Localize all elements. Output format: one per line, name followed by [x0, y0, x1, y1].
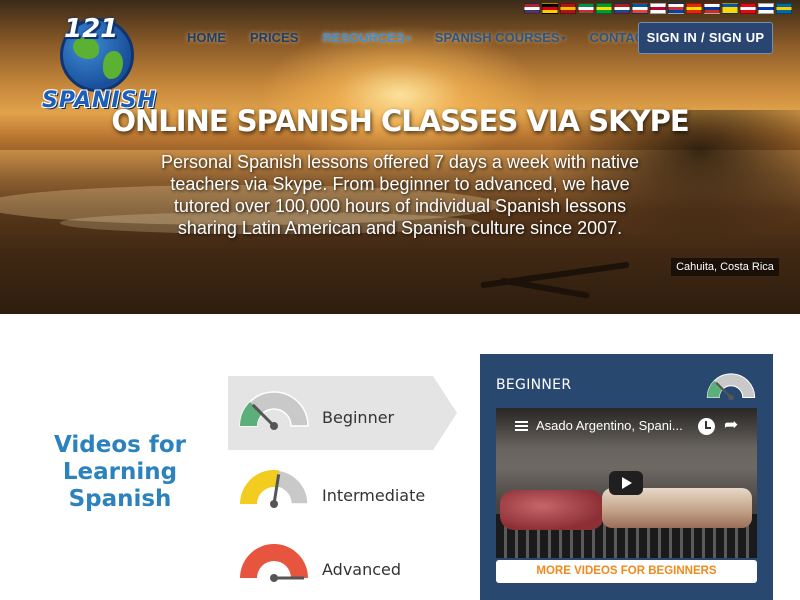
gauge-advanced-icon [239, 543, 309, 582]
gauge-hub [728, 394, 734, 401]
watch-later-icon[interactable] [698, 418, 715, 435]
level-intermediate[interactable]: Intermediate [228, 454, 460, 528]
video-meat [500, 490, 604, 530]
level-active-arrow [433, 376, 457, 450]
level-label: Beginner [322, 408, 395, 427]
hero-subtitle: Personal Spanish lessons offered 7 days … [161, 152, 639, 238]
level-label: Intermediate [322, 486, 426, 505]
signin-button[interactable]: SIGN IN / SIGN UP [638, 22, 773, 54]
play-button-icon[interactable] [609, 471, 643, 495]
site-logo[interactable]: 121 SPANISH [42, 12, 156, 113]
videos-section-title: Videos for Learning Spanish [54, 432, 186, 512]
hero-banner: 121 SPANISH HOME PRICES RESOURCES ▾ SPANI… [0, 0, 800, 314]
gauge-beginner-icon [706, 373, 756, 401]
logo-number: 121 [64, 14, 119, 44]
language-flags [524, 3, 792, 14]
es-flag-icon[interactable] [560, 3, 576, 14]
de-flag-icon[interactable] [542, 3, 558, 14]
gauge-hub [270, 500, 278, 508]
photo-caption: Cahuita, Costa Rica [671, 258, 779, 276]
nav-resources-label: RESOURCES [322, 30, 405, 45]
nav-prices[interactable]: PRICES [250, 30, 298, 45]
br-flag-icon[interactable] [596, 3, 612, 14]
caret-down-icon: ▾ [406, 34, 411, 44]
tr-flag-icon[interactable] [740, 3, 756, 14]
ru-flag-icon[interactable] [704, 3, 720, 14]
gauge-hub [270, 422, 278, 430]
jp-flag-icon[interactable] [650, 3, 666, 14]
gauge-beginner-icon [239, 391, 309, 430]
beginner-panel: BEGINNER Asado Argentino, Spani... ➦ MOR… [480, 354, 773, 600]
nav-spanish-courses-label: SPANISH COURSES [434, 30, 560, 45]
gauge-intermediate-icon [239, 469, 309, 508]
video-title[interactable]: Asado Argentino, Spani... [536, 418, 696, 433]
level-beginner[interactable]: Beginner [228, 376, 460, 450]
gauge-hub [270, 574, 278, 582]
more-videos-button[interactable]: MORE VIDEOS FOR BEGINNERS [496, 560, 757, 583]
nav-resources[interactable]: RESOURCES ▾ [322, 30, 410, 45]
caret-down-icon: ▾ [561, 34, 566, 44]
se-flag-icon[interactable] [776, 3, 792, 14]
share-icon[interactable]: ➦ [724, 416, 738, 434]
it-flag-icon[interactable] [578, 3, 594, 14]
video-player[interactable]: Asado Argentino, Spani... ➦ [496, 408, 757, 558]
nav-spanish-courses[interactable]: SPANISH COURSES ▾ [435, 30, 566, 45]
gauge-fill [240, 544, 308, 578]
main-nav: HOME PRICES RESOURCES ▾ SPANISH COURSES ▾ … [187, 30, 676, 45]
ua-flag-icon[interactable] [722, 3, 738, 14]
kr-flag-icon[interactable] [668, 3, 684, 14]
playlist-icon[interactable] [515, 421, 528, 431]
hero-title: ONLINE SPANISH CLASSES VIA SKYPE [111, 104, 689, 138]
driftwood [500, 277, 590, 299]
cn-flag-icon[interactable] [686, 3, 702, 14]
level-selector: Beginner Intermediate Advanced [228, 376, 460, 596]
il-flag-icon[interactable] [758, 3, 774, 14]
us-flag-icon[interactable] [524, 3, 540, 14]
panel-title: BEGINNER [496, 377, 572, 393]
level-label: Advanced [322, 560, 402, 579]
level-advanced[interactable]: Advanced [228, 528, 460, 600]
fr-flag-icon[interactable] [632, 3, 648, 14]
nl-flag-icon[interactable] [614, 3, 630, 14]
nav-home[interactable]: HOME [187, 30, 226, 45]
